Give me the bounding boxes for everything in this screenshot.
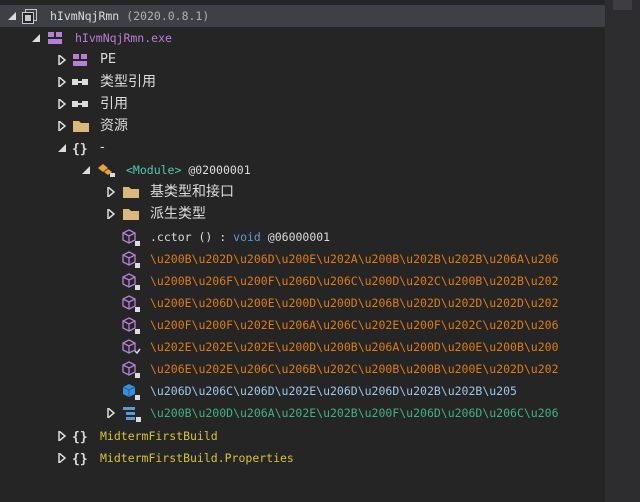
- expand-arrow-icon[interactable]: [105, 402, 119, 424]
- expand-arrow-icon[interactable]: [56, 93, 70, 115]
- tree-row-module-type[interactable]: <Module> @02000001: [0, 159, 605, 181]
- collapse-arrow-icon[interactable]: [56, 137, 70, 159]
- tree-row-references[interactable]: 引用: [0, 93, 605, 115]
- folder-icon: [72, 115, 90, 137]
- field-label: \u202E\u202E\u202E\u200D\u200B\u206A\u20…: [150, 340, 559, 354]
- tree-row-base-types[interactable]: 基类型和接口: [0, 181, 605, 203]
- module-label: hIvmNqjRmn.exe: [75, 31, 172, 45]
- svg-text:{}: {}: [72, 452, 88, 466]
- field-icon: [122, 314, 140, 336]
- namespace-midterm-label: MidtermFirstBuild: [100, 429, 218, 443]
- assembly-label: hIvmNqjRmn (2020.0.8.1): [50, 9, 210, 23]
- tree-row-field[interactable]: \u200F\u200F\u202E\u206A\u206C\u202E\u20…: [0, 314, 605, 336]
- expand-arrow-icon[interactable]: [105, 203, 119, 225]
- field-label: \u200B\u206F\u200F\u206D\u206C\u200D\u20…: [150, 274, 559, 288]
- field-icon: [122, 270, 140, 292]
- type-references-label: 类型引用: [100, 74, 156, 90]
- tree-row-field[interactable]: \u206E\u202E\u206C\u206B\u202C\u200B\u20…: [0, 358, 605, 380]
- tree-row-field[interactable]: \u200E\u206D\u200E\u200D\u200D\u206B\u20…: [0, 292, 605, 314]
- namespace-icon: {}: [72, 447, 90, 469]
- svg-text:{}: {}: [72, 430, 88, 444]
- references-label: 引用: [100, 96, 128, 112]
- tree-row-resources[interactable]: 资源: [0, 115, 605, 137]
- pe-label: PE: [100, 52, 117, 67]
- module-type-label: <Module> @02000001: [126, 163, 251, 177]
- tree-row-namespace-properties[interactable]: {} MidtermFirstBuild.Properties: [0, 447, 605, 469]
- vertical-scrollbar[interactable]: [605, 0, 640, 502]
- nested-class-icon: [122, 402, 141, 424]
- collapse-arrow-icon[interactable]: [30, 27, 44, 49]
- tree-row-pe[interactable]: PE: [0, 49, 605, 71]
- class-icon: [96, 159, 115, 181]
- expand-arrow-icon[interactable]: [56, 447, 70, 469]
- namespace-icon: {}: [72, 425, 90, 447]
- field-icon: [122, 336, 141, 358]
- tree-row-field[interactable]: \u200B\u202D\u206D\u200E\u202A\u200B\u20…: [0, 248, 605, 270]
- field-label: \u200B\u202D\u206D\u200E\u202A\u200B\u20…: [150, 252, 559, 266]
- tree-row-method[interactable]: \u206D\u206C\u206D\u202E\u206D\u206D\u20…: [0, 380, 605, 402]
- assembly-explorer-tree[interactable]: hIvmNqjRmn (2020.0.8.1) hIvmNqjRmn.exe P…: [0, 0, 605, 502]
- tree-row-cctor[interactable]: .cctor () : void @06000001: [0, 226, 605, 248]
- expand-arrow-icon[interactable]: [56, 49, 70, 71]
- expand-arrow-icon[interactable]: [56, 71, 70, 93]
- namespace-properties-label: MidtermFirstBuild.Properties: [100, 451, 294, 465]
- field-label: \u200E\u206D\u200E\u200D\u200D\u206B\u20…: [150, 296, 559, 310]
- namespace-icon: {}: [72, 137, 90, 159]
- tree-row-assembly[interactable]: hIvmNqjRmn (2020.0.8.1): [0, 5, 605, 27]
- field-icon: [122, 248, 140, 270]
- reference-icon: [72, 71, 90, 93]
- expand-arrow-icon[interactable]: [56, 115, 70, 137]
- tree-row-type-references[interactable]: 类型引用: [0, 71, 605, 93]
- base-types-label: 基类型和接口: [150, 184, 234, 200]
- cube-method-icon: [122, 380, 140, 402]
- derived-types-label: 派生类型: [150, 206, 206, 222]
- method-icon: [122, 226, 140, 248]
- reference-icon: [72, 93, 90, 115]
- resources-label: 资源: [100, 118, 128, 134]
- method-label: \u206D\u206C\u206D\u202E\u206D\u206D\u20…: [150, 384, 517, 398]
- expand-arrow-icon[interactable]: [56, 425, 70, 447]
- tree-row-derived-types[interactable]: 派生类型: [0, 203, 605, 225]
- tree-row-namespace-midterm[interactable]: {} MidtermFirstBuild: [0, 425, 605, 447]
- nested-type-label: \u200B\u200D\u206A\u202E\u202B\u200F\u20…: [150, 406, 559, 420]
- collapse-arrow-icon[interactable]: [80, 159, 94, 181]
- tree-row-field[interactable]: \u202E\u202E\u202E\u200D\u200B\u206A\u20…: [0, 336, 605, 358]
- field-label: \u206E\u202E\u206C\u206B\u202C\u200B\u20…: [150, 362, 559, 376]
- folder-icon: [122, 203, 140, 225]
- tree-row-namespace-empty[interactable]: {} -: [0, 137, 605, 159]
- assembly-icon: [22, 5, 40, 27]
- folder-icon: [122, 181, 140, 203]
- tree-row-nested-type[interactable]: \u200B\u200D\u206A\u202E\u202B\u200F\u20…: [0, 402, 605, 424]
- pe-icon: [72, 49, 90, 71]
- tree-row-field[interactable]: \u200B\u206F\u200F\u206D\u206C\u200D\u20…: [0, 270, 605, 292]
- expand-arrow-icon[interactable]: [105, 181, 119, 203]
- scrollbar-thumb[interactable]: [613, 0, 632, 10]
- svg-text:{}: {}: [72, 142, 88, 156]
- collapse-arrow-icon[interactable]: [6, 5, 20, 27]
- module-icon: [47, 27, 65, 49]
- tree-row-module[interactable]: hIvmNqjRmn.exe: [0, 27, 605, 49]
- cctor-label: .cctor () : void @06000001: [150, 230, 331, 244]
- field-icon: [122, 358, 140, 380]
- field-icon: [122, 292, 140, 314]
- namespace-empty-label: -: [100, 140, 105, 155]
- field-label: \u200F\u200F\u202E\u206A\u206C\u202E\u20…: [150, 318, 559, 332]
